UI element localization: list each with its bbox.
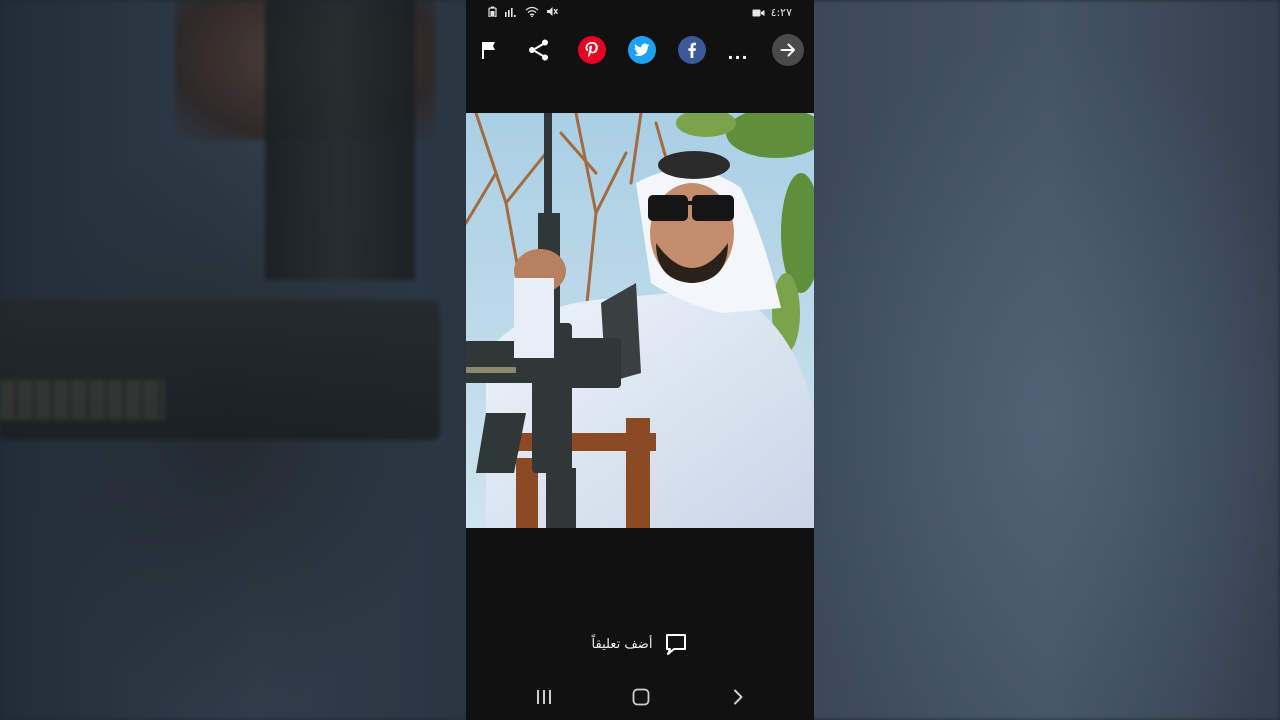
back-icon: [734, 689, 743, 705]
recents-icon: [537, 690, 551, 704]
video-record-icon: [752, 9, 765, 16]
signal-icon: [505, 8, 516, 17]
battery-icon: [488, 6, 497, 17]
share-icon: [529, 39, 548, 61]
navigation-bar: [466, 680, 814, 714]
photo-illustration: [466, 113, 814, 528]
recents-button[interactable]: [530, 686, 558, 708]
main-photo[interactable]: [466, 113, 814, 528]
more-button[interactable]: ...: [722, 34, 754, 66]
facebook-button[interactable]: [676, 34, 708, 66]
more-icon: ...: [727, 43, 749, 63]
mute-icon: [547, 7, 558, 16]
pinterest-button[interactable]: [576, 34, 608, 66]
phone-screen: ٤:٢٧ ... أضف تعليقاً: [466, 0, 814, 720]
arrow-right-icon: [772, 34, 804, 66]
pinterest-icon: [578, 36, 606, 64]
back-button[interactable]: [724, 686, 752, 708]
facebook-icon: [678, 36, 706, 64]
share-button[interactable]: [523, 34, 555, 66]
status-icons-right: ٤:٢٧: [752, 6, 792, 19]
share-toolbar: ...: [466, 34, 814, 72]
flag-button[interactable]: [473, 34, 505, 66]
add-comment-label: أضف تعليقاً: [591, 636, 653, 652]
wifi-icon: [525, 6, 539, 17]
comment-icon: [666, 634, 687, 655]
home-icon: [632, 688, 650, 706]
add-comment-button[interactable]: أضف تعليقاً: [466, 630, 814, 658]
next-arrow-button[interactable]: [772, 34, 804, 66]
twitter-icon: [628, 36, 656, 64]
twitter-button[interactable]: [626, 34, 658, 66]
status-bar: ٤:٢٧: [466, 0, 814, 26]
home-button[interactable]: [627, 686, 655, 708]
status-time: ٤:٢٧: [770, 6, 792, 19]
status-icons-left: [488, 6, 558, 17]
flag-icon: [482, 42, 495, 59]
